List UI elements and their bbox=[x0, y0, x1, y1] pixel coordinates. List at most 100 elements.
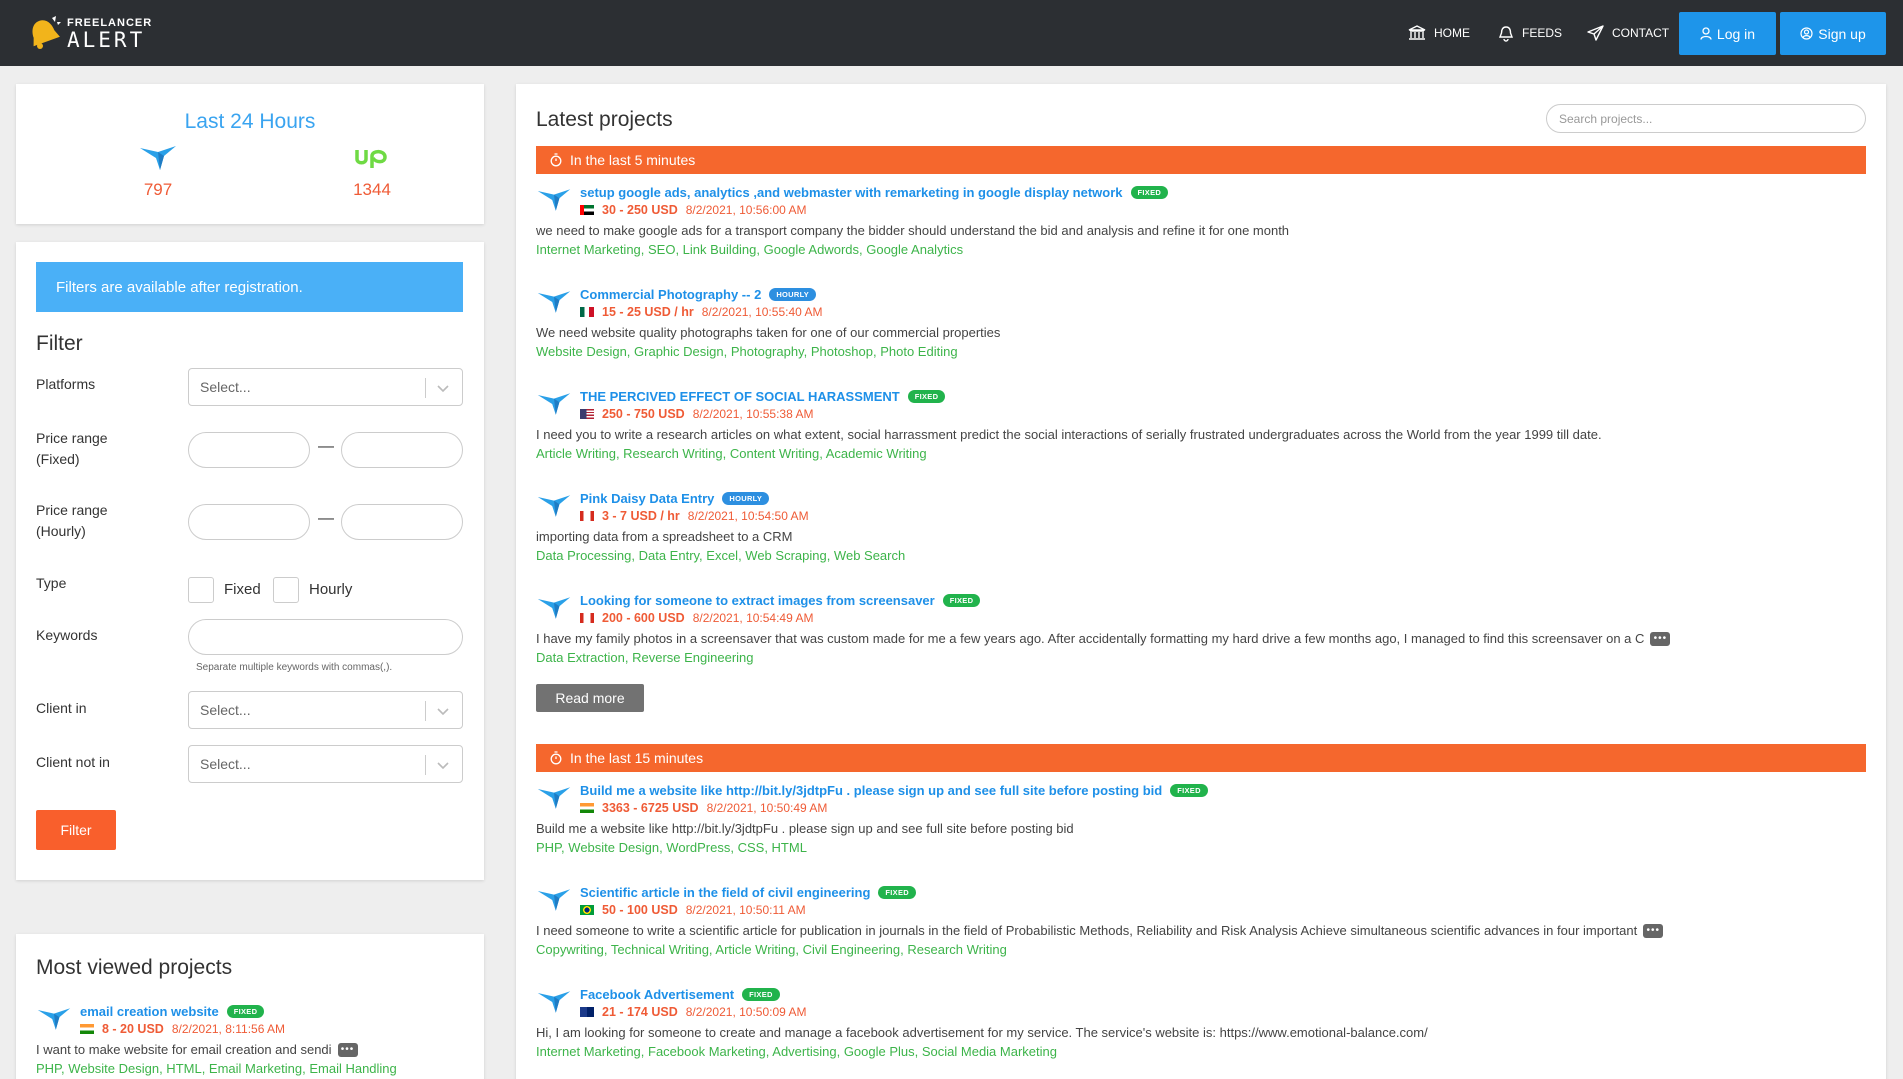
project-time: 8/2/2021, 10:50:49 AM bbox=[706, 801, 828, 815]
section-label: In the last 15 minutes bbox=[570, 750, 704, 766]
project-meta: 15 - 25 USD / hr 8/2/2021, 10:55:40 AM bbox=[580, 305, 822, 319]
fixed-badge: FIXED bbox=[878, 886, 916, 899]
project-item: Scientific article in the field of civil… bbox=[536, 885, 1866, 960]
nav-feeds-label: FEEDS bbox=[1522, 26, 1563, 40]
client-not-in-placeholder: Select... bbox=[200, 756, 251, 772]
nav-home[interactable]: HOME bbox=[1408, 0, 1470, 66]
price-fixed-min-input[interactable] bbox=[188, 432, 310, 468]
type-fixed-label: Fixed bbox=[224, 581, 261, 598]
price-hourly-label-line2: (Hourly) bbox=[36, 523, 86, 539]
fixed-badge: FIXED bbox=[907, 390, 946, 403]
project-desc: I need someone to write a scientific art… bbox=[536, 923, 1664, 938]
project-meta: 8 - 20 USD 8/2/2021, 8:11:56 AM bbox=[80, 1022, 285, 1036]
project-meta: 21 - 174 USD 8/2/2021, 10:50:09 AM bbox=[580, 1005, 807, 1019]
hourly-badge: HOURLY bbox=[769, 288, 817, 301]
project-title-link[interactable]: Commercial Photography -- 2 bbox=[580, 287, 761, 302]
project-time: 8/2/2021, 8:11:56 AM bbox=[171, 1022, 286, 1036]
price-hourly-min-input[interactable] bbox=[188, 504, 310, 540]
project-item: Build me a website like http://bit.ly/3j… bbox=[536, 783, 1866, 858]
read-more-button[interactable]: Read more bbox=[536, 684, 644, 712]
type-fixed-checkbox[interactable] bbox=[188, 577, 214, 603]
project-tags: Internet Marketing, SEO, Link Building, … bbox=[536, 242, 964, 257]
search-projects-input[interactable]: Search projects... bbox=[1546, 104, 1866, 133]
login-button[interactable]: Log in bbox=[1679, 12, 1776, 55]
project-title-link[interactable]: Build me a website like http://bit.ly/3j… bbox=[580, 783, 1162, 798]
project-price: 21 - 174 USD bbox=[602, 1005, 678, 1019]
nav-contact-label: CONTACT bbox=[1612, 26, 1670, 40]
user-circle-icon bbox=[1800, 27, 1813, 40]
project-tags: Website Design, Graphic Design, Photogra… bbox=[536, 344, 958, 359]
filter-button[interactable]: Filter bbox=[36, 810, 116, 850]
more-dots-icon[interactable]: ••• bbox=[1643, 923, 1664, 938]
type-hourly-checkbox[interactable] bbox=[273, 577, 299, 603]
project-item: Commercial Photography -- 2 HOURLY 15 - 25… bbox=[536, 287, 1866, 362]
project-time: 8/2/2021, 10:50:11 AM bbox=[685, 903, 806, 917]
client-in-select[interactable]: Select... bbox=[188, 691, 463, 729]
stopwatch-icon bbox=[550, 153, 562, 167]
hourly-badge: HOURLY bbox=[722, 492, 770, 505]
nav-contact[interactable]: CONTACT bbox=[1587, 0, 1669, 66]
top-navbar: FREELANCER ALERT HOME FEEDS CONTACT Log … bbox=[0, 0, 1903, 66]
project-title-link[interactable]: Pink Daisy Data Entry bbox=[580, 491, 714, 506]
stat-upwork-count: 1344 bbox=[353, 180, 391, 199]
project-tags: Article Writing, Research Writing, Conte… bbox=[536, 446, 927, 461]
platforms-select[interactable]: Select... bbox=[188, 368, 463, 406]
stat-freelancer-count: 797 bbox=[143, 180, 173, 199]
bell-outline-icon bbox=[1498, 25, 1514, 42]
freelancer-bird-icon bbox=[537, 189, 571, 211]
project-time: 8/2/2021, 10:55:38 AM bbox=[692, 407, 814, 421]
price-fixed-max-input[interactable] bbox=[341, 432, 463, 468]
bank-icon bbox=[1408, 25, 1426, 40]
fixed-badge: FIXED bbox=[942, 594, 981, 607]
project-price: 3363 - 6725 USD bbox=[602, 801, 699, 815]
project-price: 3 - 7 USD / hr bbox=[602, 509, 680, 523]
project-price: 200 - 600 USD bbox=[602, 611, 685, 625]
project-title-link[interactable]: Facebook Advertisement bbox=[580, 987, 734, 1002]
signup-label: Sign up bbox=[1818, 25, 1866, 42]
price-hourly-label-line1: Price range bbox=[36, 502, 108, 518]
project-title-row: Pink Daisy Data Entry HOURLY bbox=[580, 491, 770, 506]
client-not-in-select[interactable]: Select... bbox=[188, 745, 463, 783]
project-title-link[interactable]: THE PERCIVED EFFECT OF SOCIAL HARASSMENT bbox=[580, 389, 900, 404]
project-item: THE PERCIVED EFFECT OF SOCIAL HARASSMENT… bbox=[536, 389, 1866, 464]
keywords-input[interactable] bbox=[188, 619, 463, 655]
filter-card: Filters are available after registration… bbox=[16, 242, 484, 880]
stats-title: Last 24 Hours bbox=[184, 110, 316, 133]
project-title-link[interactable]: Scientific article in the field of civil… bbox=[580, 885, 870, 900]
project-desc-text: importing data from a spreadsheet to a C… bbox=[536, 529, 793, 544]
stat-upwork: 1344 bbox=[332, 144, 412, 200]
fixed-badge: FIXED bbox=[1170, 784, 1208, 797]
price-hourly-max-input[interactable] bbox=[341, 504, 463, 540]
filter-title: Filter bbox=[36, 332, 83, 355]
stats-card: Last 24 Hours 797 1344 bbox=[16, 84, 484, 224]
project-title-row: setup google ads, analytics ,and webmast… bbox=[580, 185, 1169, 200]
flag-au-icon bbox=[580, 1007, 594, 1017]
nav-feeds[interactable]: FEEDS bbox=[1498, 0, 1562, 66]
brand-logo[interactable]: FREELANCER ALERT bbox=[26, 14, 166, 54]
project-title-row: Scientific article in the field of civil… bbox=[580, 885, 916, 900]
freelancer-bird-icon bbox=[537, 597, 571, 619]
more-dots-icon[interactable]: ••• bbox=[1650, 631, 1671, 646]
freelancer-bird-icon bbox=[140, 146, 176, 170]
more-dots-icon[interactable]: ••• bbox=[337, 1042, 358, 1057]
project-title-link[interactable]: setup google ads, analytics ,and webmast… bbox=[580, 185, 1123, 200]
project-title-link[interactable]: email creation website bbox=[80, 1004, 219, 1019]
project-tags: Data Processing, Data Entry, Excel, Web … bbox=[536, 548, 906, 563]
flag-in-icon bbox=[580, 803, 594, 813]
nav-home-label: HOME bbox=[1434, 26, 1470, 40]
project-title-row: THE PERCIVED EFFECT OF SOCIAL HARASSMENT… bbox=[580, 389, 946, 404]
project-desc: I need you to write a research articles … bbox=[536, 427, 1602, 442]
bell-icon bbox=[32, 16, 61, 49]
freelancer-bird-icon bbox=[537, 889, 571, 911]
client-in-label: Client in bbox=[36, 700, 87, 716]
project-price: 30 - 250 USD bbox=[602, 203, 678, 217]
flag-mx-icon bbox=[580, 307, 594, 317]
login-label: Log in bbox=[1716, 25, 1756, 42]
keywords-label: Keywords bbox=[36, 627, 98, 643]
project-price: 15 - 25 USD / hr bbox=[602, 305, 694, 319]
project-title-link[interactable]: Looking for someone to extract images fr… bbox=[580, 593, 935, 608]
project-time: 8/2/2021, 10:50:09 AM bbox=[685, 1005, 807, 1019]
client-in-placeholder: Select... bbox=[200, 702, 251, 718]
signup-button[interactable]: Sign up bbox=[1780, 12, 1886, 55]
keywords-hint: Separate multiple keywords with commas(,… bbox=[196, 662, 393, 673]
